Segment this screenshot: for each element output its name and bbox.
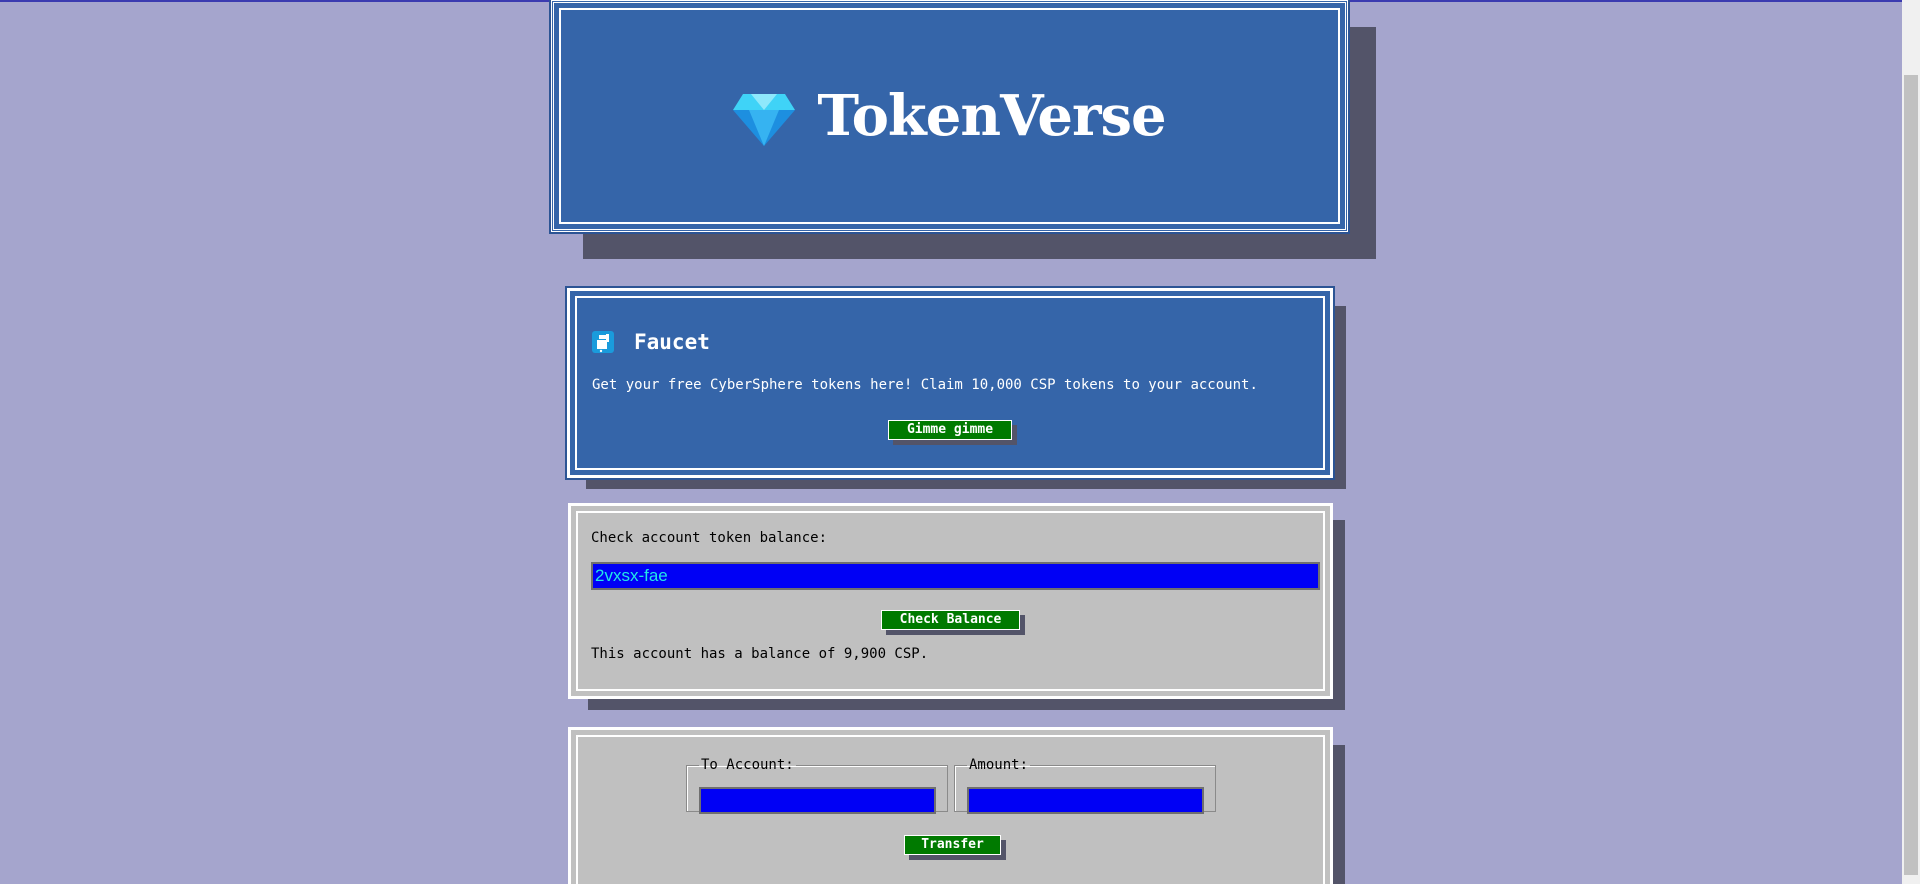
balance-panel: Check account token balance: 2vxsx-fae C… [568,503,1333,699]
to-account-input[interactable] [699,787,936,814]
gem-icon [733,94,796,146]
transfer-button[interactable]: Transfer [904,835,1001,855]
check-balance-button[interactable]: Check Balance [881,610,1020,630]
balance-result: This account has a balance of 9,900 CSP. [591,646,929,662]
balance-prompt: Check account token balance: [591,530,828,546]
faucet-header: Faucet [592,330,710,354]
amount-fieldset: Amount: [954,757,1216,814]
faucet-description: Get your free CyberSphere tokens here! C… [592,377,1258,393]
transfer-panel: To Account: Amount: Transfer [568,727,1333,884]
scrollbar-track[interactable] [1902,0,1920,884]
brand: TokenVerse [554,83,1345,149]
amount-input[interactable] [967,787,1204,814]
faucet-panel: Faucet Get your free CyberSphere tokens … [565,286,1335,480]
to-account-fieldset: To Account: [686,757,948,814]
scrollbar-thumb[interactable] [1904,75,1918,875]
gimme-button[interactable]: Gimme gimme [888,420,1012,440]
brand-title: TokenVerse [817,83,1166,149]
to-account-legend: To Account: [701,757,794,773]
amount-legend: Amount: [969,757,1029,773]
header-banner: TokenVerse [549,0,1350,234]
faucet-title: Faucet [634,330,710,354]
account-input[interactable]: 2vxsx-fae [591,562,1320,590]
faucet-icon [592,331,614,353]
